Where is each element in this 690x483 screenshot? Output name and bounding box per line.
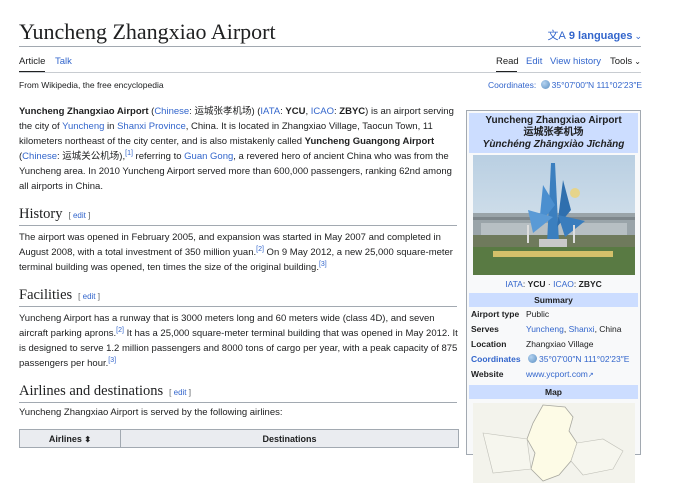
link-icao[interactable]: ICAO: [311, 106, 334, 117]
link-shanxi-infobox[interactable]: Shanxi: [569, 324, 595, 334]
link-iata[interactable]: IATA: [260, 106, 280, 117]
infobox-title-en: Yuncheng Zhangxiao Airport: [485, 115, 622, 126]
website-link[interactable]: www.ycport.com: [526, 369, 588, 379]
infobox-map-header: Map: [469, 385, 638, 399]
reference-2b[interactable]: [2]: [116, 327, 124, 334]
edit-history-link[interactable]: edit: [73, 211, 86, 220]
tab-article[interactable]: Article: [19, 56, 45, 67]
history-paragraph: The airport was opened in February 2005,…: [19, 232, 453, 273]
reference-3[interactable]: [3]: [319, 261, 327, 268]
title-divider: [19, 46, 641, 47]
airport-photo[interactable]: [472, 155, 635, 275]
reference-3b[interactable]: [3]: [108, 357, 116, 364]
infobox-row-type: Airport type Public: [471, 309, 550, 319]
tools-label: Tools: [610, 56, 633, 67]
coordinates-link-infobox[interactable]: 35°07′00″N 111°02′23″E: [539, 354, 629, 364]
airport-sculpture-image: [472, 163, 635, 275]
link-icao-infobox[interactable]: ICAO: [553, 279, 574, 289]
tab-view-history[interactable]: View history: [550, 56, 601, 67]
airlines-intro: Yuncheng Zhangxiao Airport is served by …: [19, 407, 283, 418]
tab-talk[interactable]: Talk: [55, 56, 72, 67]
infobox-row-website: Website www.ycport.com↗: [471, 369, 594, 379]
column-header-destinations[interactable]: Destinations: [120, 429, 459, 448]
tagline: From Wikipedia, the free encyclopedia: [19, 80, 164, 90]
infobox-row-coordinates: Coordinates 35°07′00″N 111°02′23″E: [469, 352, 638, 367]
edit-facilities-link[interactable]: edit: [83, 292, 96, 301]
tab-read[interactable]: Read: [496, 56, 519, 67]
page-title: Yuncheng Zhangxiao Airport: [19, 19, 276, 44]
globe-icon[interactable]: [528, 354, 537, 363]
location-map[interactable]: [472, 403, 635, 483]
chevron-down-icon: ⌄: [634, 57, 641, 66]
airlines-heading: Airlines and destinations[ edit ]: [19, 383, 457, 403]
infobox-row-location: Location Zhangxiao Village: [471, 339, 594, 349]
airlines-table: Airlines ⬍ Destinations: [19, 429, 459, 448]
history-heading: History[ edit ]: [19, 206, 457, 226]
infobox-title-zh: 运城张孝机场: [523, 127, 584, 138]
link-chinese[interactable]: Chinese: [154, 106, 189, 117]
link-yuncheng[interactable]: Yuncheng: [62, 121, 104, 132]
link-guan-gong[interactable]: Guan Gong: [184, 151, 233, 162]
infobox-title: Yuncheng Zhangxiao Airport 运城张孝机场 Yùnché…: [469, 113, 638, 153]
iata-code: YCU: [285, 106, 306, 117]
link-coordinates[interactable]: Coordinates: [471, 354, 526, 365]
tab-edit[interactable]: Edit: [526, 56, 542, 67]
link-chinese-2[interactable]: Chinese: [22, 151, 57, 162]
reference-1[interactable]: [1]: [125, 150, 133, 157]
link-shanxi-province[interactable]: Shanxi Province: [117, 121, 186, 132]
chevron-down-icon: ⌄: [634, 31, 642, 41]
infobox-summary-header: Summary: [469, 293, 638, 307]
link-iata-infobox[interactable]: IATA: [505, 279, 523, 289]
languages-label: 9 languages: [568, 30, 633, 42]
edit-airlines-link[interactable]: edit: [174, 388, 187, 397]
infobox-codes: IATA: YCU · ICAO: ZBYC: [505, 279, 602, 289]
globe-icon[interactable]: [540, 80, 550, 89]
coordinates-top: Coordinates: 35°07′00″N 111°02′23″E: [488, 80, 642, 90]
tools-menu[interactable]: Tools ⌄: [610, 56, 641, 67]
link-yuncheng-infobox[interactable]: Yuncheng: [526, 324, 564, 334]
icao-code: ZBYC: [339, 106, 366, 117]
infobox-row-serves: Serves Yuncheng, Shanxi, China: [471, 324, 622, 334]
infobox: Yuncheng Zhangxiao Airport 运城张孝机场 Yùnché…: [466, 110, 641, 483]
languages-button[interactable]: 文A 9 languages ⌄: [548, 27, 642, 43]
tabs-divider: [19, 72, 641, 73]
coordinates-label: Coordinates:: [488, 80, 537, 90]
map-image: [472, 403, 635, 483]
article-subject: Yuncheng Zhangxiao Airport: [19, 106, 149, 117]
translate-icon: 文A: [547, 30, 566, 42]
coordinates-link[interactable]: 35°07′00″N 111°02′23″E: [552, 80, 642, 90]
facilities-heading: Facilities[ edit ]: [19, 287, 457, 307]
intro-paragraph: Yuncheng Zhangxiao Airport (Chinese: 运城张…: [19, 106, 454, 192]
external-link-icon: ↗: [587, 372, 594, 379]
sort-icon[interactable]: ⬍: [84, 435, 91, 444]
alt-name: Yuncheng Guangong Airport: [304, 136, 435, 147]
column-header-airlines[interactable]: Airlines ⬍: [19, 429, 121, 448]
reference-2[interactable]: [2]: [256, 246, 264, 253]
infobox-title-pinyin: Yùnchéng Zhāngxiào Jīchǎng: [482, 139, 625, 150]
facilities-paragraph: Yuncheng Airport has a runway that is 30…: [19, 313, 458, 369]
